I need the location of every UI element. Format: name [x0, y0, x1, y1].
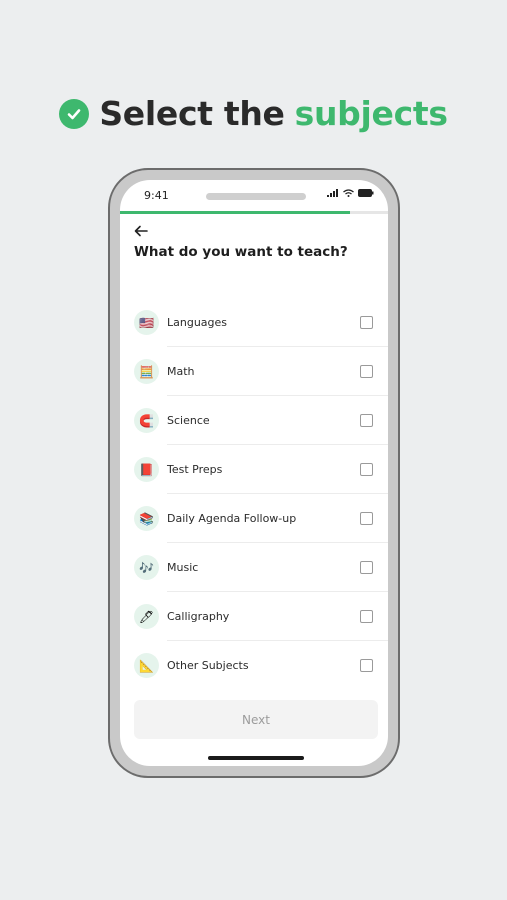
magnet-icon: 🧲 [134, 408, 159, 433]
headline: Select the subjects [0, 94, 507, 133]
phone-frame: 9:41 What do you want to teach? 🇺🇸 Langu… [108, 168, 400, 778]
subject-row[interactable]: 🖊 Calligraphy [120, 592, 388, 641]
subject-row[interactable]: 🧮 Math [120, 347, 388, 396]
subject-label: Math [167, 365, 195, 378]
subject-row[interactable]: 📐 Other Subjects [120, 641, 388, 690]
subject-label: Test Preps [167, 463, 223, 476]
flag-icon: 🇺🇸 [134, 310, 159, 335]
subject-list: 🇺🇸 Languages 🧮 Math 🧲 Science 📕 Test Preps 📚 Dail… [120, 298, 388, 690]
subject-row[interactable]: 📚 Daily Agenda Follow-up [120, 494, 388, 543]
progress-bar [120, 211, 388, 214]
books-icon: 📚 [134, 506, 159, 531]
subject-checkbox[interactable] [360, 512, 373, 525]
subject-checkbox[interactable] [360, 659, 373, 672]
home-indicator [208, 756, 304, 760]
ruler-icon: 📐 [134, 653, 159, 678]
question-title: What do you want to teach? [134, 244, 348, 260]
subject-label: Languages [167, 316, 228, 329]
subject-label: Daily Agenda Follow-up [167, 512, 297, 525]
phone-screen: 9:41 What do you want to teach? 🇺🇸 Langu… [120, 180, 388, 766]
subject-label: Science [167, 414, 210, 427]
check-circle-icon [59, 98, 90, 129]
status-bar: 9:41 [120, 180, 388, 210]
subject-checkbox[interactable] [360, 316, 373, 329]
subject-row[interactable]: 📕 Test Preps [120, 445, 388, 494]
wifi-icon [343, 189, 354, 197]
music-notes-icon: 🎶 [134, 555, 159, 580]
subject-label: Music [167, 561, 199, 574]
dynamic-island [206, 193, 306, 200]
subject-label: Calligraphy [167, 610, 230, 623]
headline-accent: subjects [294, 94, 448, 133]
subject-row[interactable]: 🇺🇸 Languages [120, 298, 388, 347]
status-time: 9:41 [144, 189, 169, 202]
headline-prefix: Select the [99, 94, 285, 133]
back-arrow-icon[interactable] [134, 222, 148, 241]
signal-icon [327, 189, 338, 197]
subject-checkbox[interactable] [360, 463, 373, 476]
subject-checkbox[interactable] [360, 561, 373, 574]
book-icon: 📕 [134, 457, 159, 482]
subject-row[interactable]: 🎶 Music [120, 543, 388, 592]
subject-checkbox[interactable] [360, 365, 373, 378]
pen-icon: 🖊 [134, 604, 159, 629]
subject-label: Other Subjects [167, 659, 249, 672]
subject-checkbox[interactable] [360, 610, 373, 623]
abacus-icon: 🧮 [134, 359, 159, 384]
subject-row[interactable]: 🧲 Science [120, 396, 388, 445]
next-button[interactable]: Next [134, 700, 378, 739]
progress-fill [120, 211, 351, 214]
battery-icon [358, 189, 374, 197]
subject-checkbox[interactable] [360, 414, 373, 427]
